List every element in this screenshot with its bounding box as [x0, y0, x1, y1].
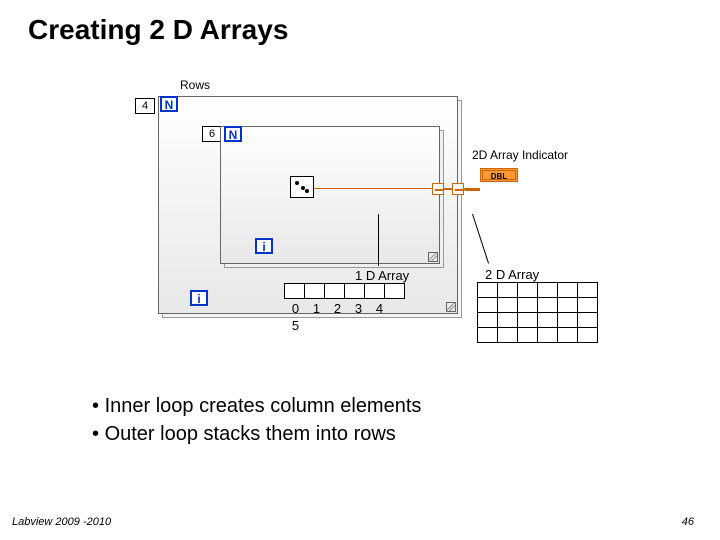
outer-i-terminal: i	[190, 290, 208, 306]
array-1d-cells	[285, 283, 405, 299]
array-1d-index-5: 5	[285, 318, 306, 333]
columns-value-box: 6	[202, 126, 222, 142]
indicator-label: 2D Array Indicator	[472, 148, 568, 162]
slide-title: Creating 2 D Arrays	[28, 14, 288, 46]
outer-resize-handle	[446, 302, 456, 312]
array-2d-cells	[478, 283, 598, 343]
outer-index-tunnel	[452, 183, 464, 195]
array-1d-indices: 0 1 2 3 4	[285, 301, 390, 316]
outer-N-terminal: N	[160, 96, 178, 112]
array-2d-label: 2 D Array	[485, 267, 539, 282]
leader-line	[378, 214, 379, 266]
wire	[314, 188, 432, 189]
inner-index-tunnel	[432, 183, 444, 195]
dbl-indicator: DBL	[480, 168, 518, 182]
bullet-item: Inner loop creates column elements	[105, 395, 422, 417]
array-1d-label: 1 D Array	[355, 268, 409, 283]
slide-number: 46	[682, 516, 694, 528]
inner-N-terminal: N	[224, 126, 242, 142]
inner-i-terminal: i	[255, 238, 273, 254]
rows-value-box: 4	[135, 98, 155, 114]
wire-2d	[465, 188, 480, 191]
inner-for-loop	[220, 126, 440, 264]
bullet-item: Outer loop stacks them into rows	[105, 423, 396, 445]
random-number-node	[290, 176, 314, 198]
bullet-list: • Inner loop creates column elements • O…	[92, 392, 421, 448]
leader-line	[472, 214, 489, 264]
inner-resize-handle	[428, 252, 438, 262]
block-diagram: Rows Columns 2D Array Indicator 4 6 N N …	[120, 78, 590, 348]
rows-label: Rows	[180, 78, 210, 92]
footer-text: Labview 2009 -2010	[12, 516, 111, 528]
